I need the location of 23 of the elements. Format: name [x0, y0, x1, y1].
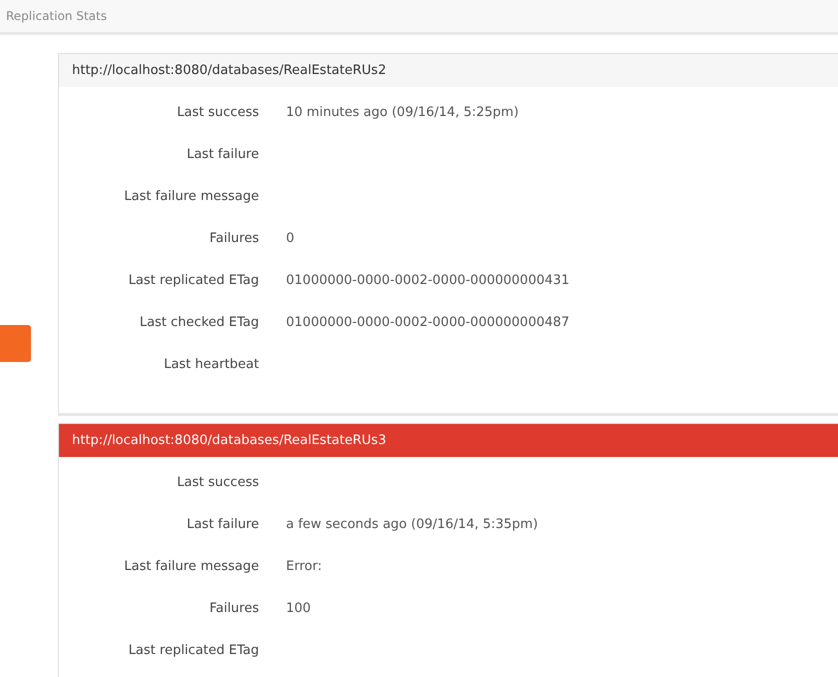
stat-label: Failures — [208, 231, 259, 246]
stat-label: Last failure message — [123, 189, 259, 204]
stat-value: 100 — [286, 601, 312, 616]
stat-label: Last heartbeat — [162, 357, 259, 372]
stat-label: Last replicated ETag — [127, 273, 259, 288]
stat-label: Last checked ETag — [138, 315, 259, 330]
stat-value: 10 minutes ago (09/16/14, 5:25pm) — [286, 105, 520, 120]
page-title: Replication Stats — [6, 9, 107, 23]
stat-value: 01000000-0000-0002-0000-000000000487 — [286, 315, 570, 330]
panel-url-header: http://localhost:8080/databases/RealEstateRUs3 — [59, 424, 838, 457]
stat-label: Last failure — [186, 517, 259, 532]
stat-label: Last success — [176, 105, 259, 120]
stat-label: Failures — [208, 601, 259, 616]
panel-url-header: http://localhost:8080/databases/RealEstateRUs2 — [59, 54, 838, 87]
stat-value: a few seconds ago (09/16/14, 5:35pm) — [286, 517, 539, 532]
stat-label: Last failure — [186, 147, 259, 162]
stat-value: Error: — [286, 559, 323, 574]
stat-label: Last success — [176, 475, 259, 490]
stat-value: 0 — [286, 231, 296, 246]
stat-value: 01000000-0000-0002-0000-000000000431 — [286, 273, 570, 288]
stat-label: Last failure message — [123, 559, 259, 574]
stat-label: Last replicated ETag — [127, 643, 259, 658]
side-tab[interactable] — [0, 325, 31, 362]
